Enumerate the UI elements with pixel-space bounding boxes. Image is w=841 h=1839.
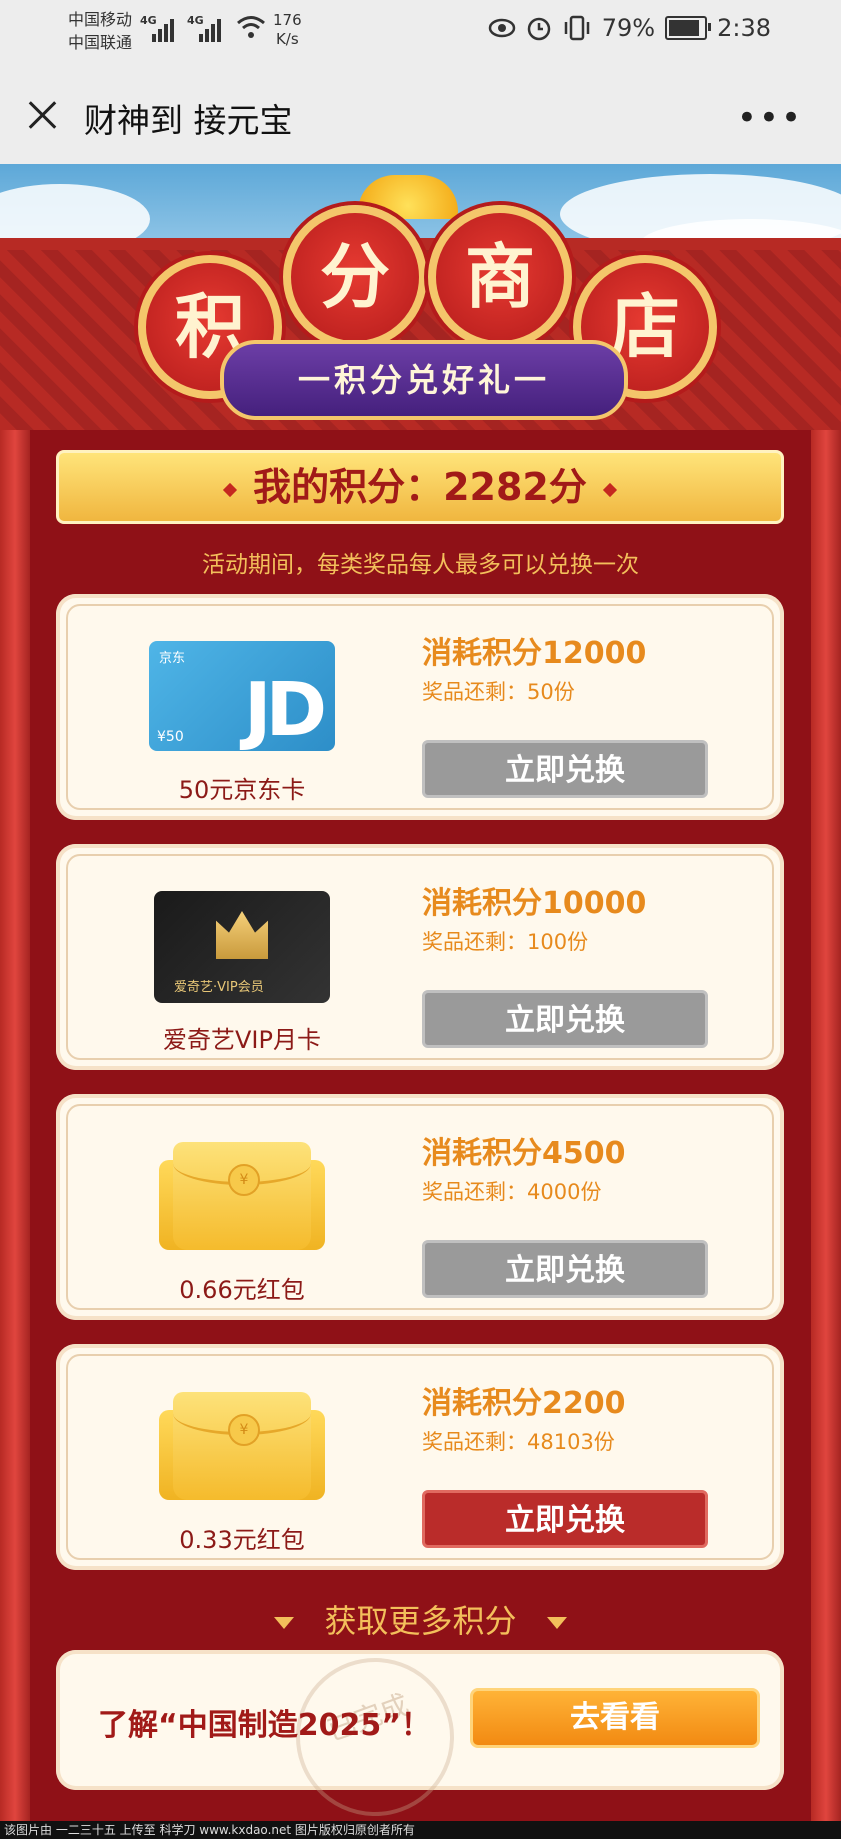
page-title: 财神到 接元宝: [84, 101, 293, 140]
watermark-footer: 该图片由 一二三十五 上传至 科学刀 www.kxdao.net 图片版权归原创…: [0, 1821, 841, 1839]
diamond-icon: [602, 482, 617, 497]
jd-card-value: ¥50: [157, 729, 184, 745]
prize-card-jd: 京东 JD ¥50 50元京东卡 消耗积分12000 奖品还剩：50份 立即兑换: [56, 594, 784, 820]
prize-stock: 奖品还剩：4000份: [422, 1180, 602, 1204]
network-speed-unit: K/s: [275, 30, 299, 48]
signal-icon: [152, 14, 182, 42]
title-banner: 一积分兑好礼一: [220, 340, 628, 420]
arrow-down-icon: [274, 1617, 295, 1629]
yuan-seal-icon: ¥: [228, 1414, 260, 1446]
jd-card-text: JD: [244, 667, 327, 751]
network-speed: 176 K/s: [273, 11, 302, 49]
redeem-button[interactable]: 立即兑换: [422, 990, 708, 1048]
store-title-logo: 积 分 商 店 一积分兑好礼一: [118, 165, 723, 425]
battery-icon: [665, 16, 712, 40]
jd-card-image: 京东 JD ¥50: [149, 641, 335, 751]
redeem-button[interactable]: 立即兑换: [422, 1490, 708, 1548]
iqiyi-card-image: 爱奇艺·VIP会员: [154, 891, 330, 1003]
crown-icon: [216, 911, 268, 959]
prize-name: 50元京东卡: [178, 776, 306, 804]
prize-stock: 奖品还剩：100份: [422, 930, 589, 954]
battery-percent: 79%: [601, 14, 656, 42]
carrier-info: 中国移动 中国联通: [68, 8, 132, 54]
yuan-seal-icon: ¥: [228, 1164, 260, 1196]
prize-cost: 消耗积分12000: [422, 636, 647, 671]
prize-cost: 消耗积分10000: [422, 886, 647, 921]
more-points-heading: 获取更多积分: [0, 1596, 841, 1642]
close-icon[interactable]: [22, 95, 62, 135]
task-card: 已完成 了解“中国制造2025”！ 去看看: [56, 1635, 784, 1839]
prize-stock: 奖品还剩：48103份: [422, 1430, 615, 1454]
clock-time: 2:38: [717, 14, 771, 42]
status-bar: 中国移动 中国联通 4G 4G 176 K/s 79% 2:38: [0, 0, 841, 62]
carrier-bottom: 中国联通: [68, 33, 133, 52]
my-points-label: 我的积分：2282分: [253, 465, 587, 509]
eye-icon: [488, 18, 515, 38]
prize-card-redpacket-033: ¥ 0.33元红包 消耗积分2200 奖品还剩：48103份 立即兑换: [56, 1344, 784, 1570]
exchange-rule: 活动期间，每类奖品每人最多可以兑换一次: [202, 552, 639, 578]
more-options-icon[interactable]: •••: [737, 98, 803, 138]
iqiyi-vip-label: 爱奇艺·VIP会员: [174, 980, 264, 995]
network-speed-value: 176: [273, 11, 302, 29]
red-envelope-icon: ¥: [159, 1392, 325, 1502]
prize-cost: 消耗积分2200: [422, 1386, 626, 1421]
prize-card-redpacket-066: ¥ 0.66元红包 消耗积分4500 奖品还剩：4000份 立即兑换: [56, 1094, 784, 1320]
prize-name: 0.66元红包: [179, 1276, 305, 1304]
title-char-3: 商: [428, 205, 572, 349]
signal-icon-2: [199, 14, 229, 42]
task-description: 了解“中国制造2025”！: [98, 1708, 431, 1743]
prize-card-iqiyi: 爱奇艺·VIP会员 爱奇艺VIP月卡 消耗积分10000 奖品还剩：100份 立…: [56, 844, 784, 1070]
jd-logo: 京东: [159, 651, 186, 666]
status-right-group: 79% 2:38: [488, 14, 771, 42]
prize-cost: 消耗积分4500: [422, 1136, 626, 1171]
redeem-button[interactable]: 立即兑换: [422, 1240, 708, 1298]
alarm-icon: [527, 17, 550, 41]
go-see-button[interactable]: 去看看: [470, 1688, 760, 1748]
vibrate-icon: [564, 15, 589, 41]
more-points-title: 获取更多积分: [324, 1602, 517, 1640]
my-points-banner: 我的积分：2282分: [56, 450, 784, 524]
prize-name: 爱奇艺VIP月卡: [163, 1026, 321, 1054]
prize-name: 0.33元红包: [179, 1526, 305, 1554]
arrow-down-icon: [546, 1617, 567, 1629]
carrier-top: 中国移动: [68, 10, 133, 29]
red-envelope-icon: ¥: [159, 1142, 325, 1252]
wifi-icon: [236, 14, 266, 40]
prize-stock: 奖品还剩：50份: [422, 680, 575, 704]
redeem-button[interactable]: 立即兑换: [422, 740, 708, 798]
diamond-icon: [223, 482, 238, 497]
title-char-2: 分: [283, 205, 427, 349]
